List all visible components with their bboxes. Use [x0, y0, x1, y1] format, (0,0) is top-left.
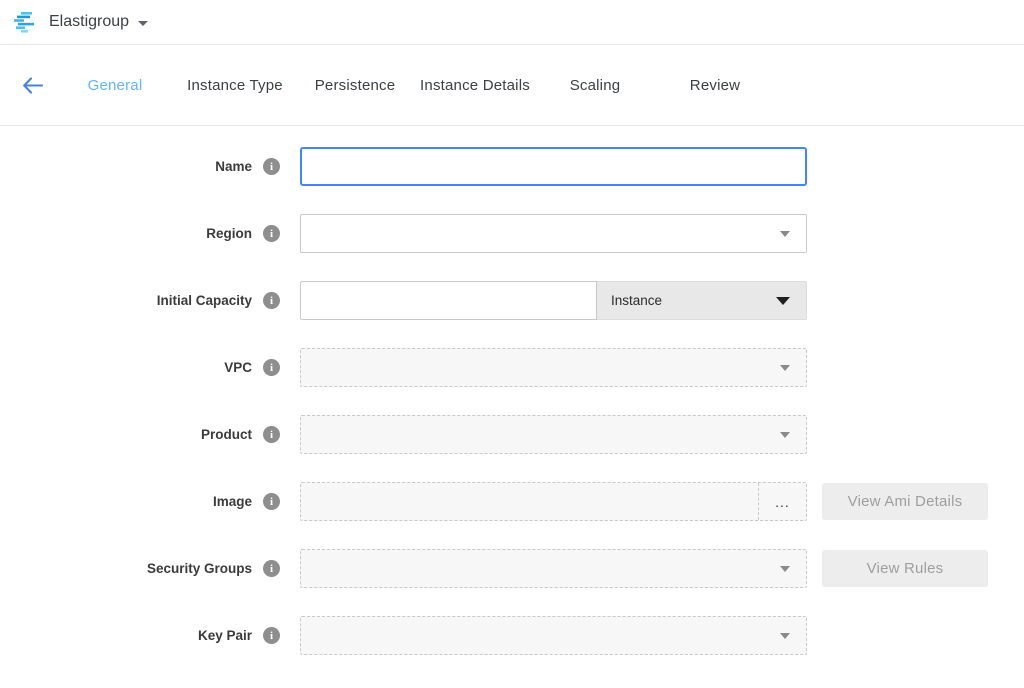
view-rules-button[interactable]: View Rules [822, 550, 988, 587]
back-button[interactable] [20, 73, 44, 97]
info-icon[interactable]: i [263, 158, 280, 175]
top-bar: Elastigroup [0, 0, 1024, 45]
image-input: ... [300, 482, 807, 521]
image-label: Image [213, 494, 252, 509]
info-icon[interactable]: i [263, 292, 280, 309]
chevron-down-icon[interactable] [138, 21, 148, 26]
product-label: Product [201, 427, 252, 442]
chevron-down-icon [780, 365, 790, 371]
image-row: Image i ... View Ami Details [0, 482, 1024, 521]
info-icon[interactable]: i [263, 359, 280, 376]
region-label: Region [206, 226, 252, 241]
view-ami-details-button[interactable]: View Ami Details [822, 483, 988, 520]
name-input[interactable] [300, 147, 807, 186]
product-row: Product i [0, 415, 1024, 454]
app-switcher-label[interactable]: Elastigroup [49, 13, 129, 31]
key-pair-label: Key Pair [198, 628, 252, 643]
security-groups-row: Security Groups i View Rules [0, 549, 1024, 588]
image-input-value [301, 483, 758, 520]
elastigroup-logo-icon [14, 12, 38, 33]
chevron-down-icon [780, 231, 790, 237]
security-groups-select [300, 549, 807, 588]
vpc-label: VPC [224, 360, 252, 375]
vpc-row: VPC i [0, 348, 1024, 387]
key-pair-select [300, 616, 807, 655]
wizard-tab-bar: General Instance Type Persistence Instan… [0, 45, 1024, 126]
info-icon[interactable]: i [263, 225, 280, 242]
chevron-down-icon [780, 432, 790, 438]
wizard-tabs: General Instance Type Persistence Instan… [55, 77, 775, 94]
info-icon[interactable]: i [263, 560, 280, 577]
info-icon[interactable]: i [263, 426, 280, 443]
info-icon[interactable]: i [263, 493, 280, 510]
tab-scaling[interactable]: Scaling [535, 77, 655, 94]
info-icon[interactable]: i [263, 627, 280, 644]
name-row: Name i [0, 147, 1024, 186]
tab-persistence[interactable]: Persistence [295, 77, 415, 94]
initial-capacity-row: Initial Capacity i Instance [0, 281, 1024, 320]
tab-instance-details[interactable]: Instance Details [415, 77, 535, 94]
initial-capacity-label: Initial Capacity [157, 293, 252, 308]
vpc-select [300, 348, 807, 387]
initial-capacity-input[interactable] [300, 281, 597, 320]
region-select[interactable] [300, 214, 807, 253]
tab-instance-type[interactable]: Instance Type [175, 77, 295, 94]
image-browse-button[interactable]: ... [758, 483, 806, 520]
chevron-down-icon [780, 633, 790, 639]
security-groups-label: Security Groups [147, 561, 252, 576]
chevron-down-icon [776, 297, 790, 305]
arrow-left-icon [22, 77, 43, 94]
general-settings-form: Name i Region i Initial Capacity i Insta… [0, 126, 1024, 655]
key-pair-row: Key Pair i [0, 616, 1024, 655]
capacity-unit-select[interactable]: Instance [597, 281, 807, 320]
chevron-down-icon [780, 566, 790, 572]
product-select [300, 415, 807, 454]
capacity-unit-value: Instance [611, 293, 662, 308]
tab-review[interactable]: Review [655, 77, 775, 94]
name-label: Name [215, 159, 252, 174]
region-row: Region i [0, 214, 1024, 253]
tab-general[interactable]: General [55, 77, 175, 94]
